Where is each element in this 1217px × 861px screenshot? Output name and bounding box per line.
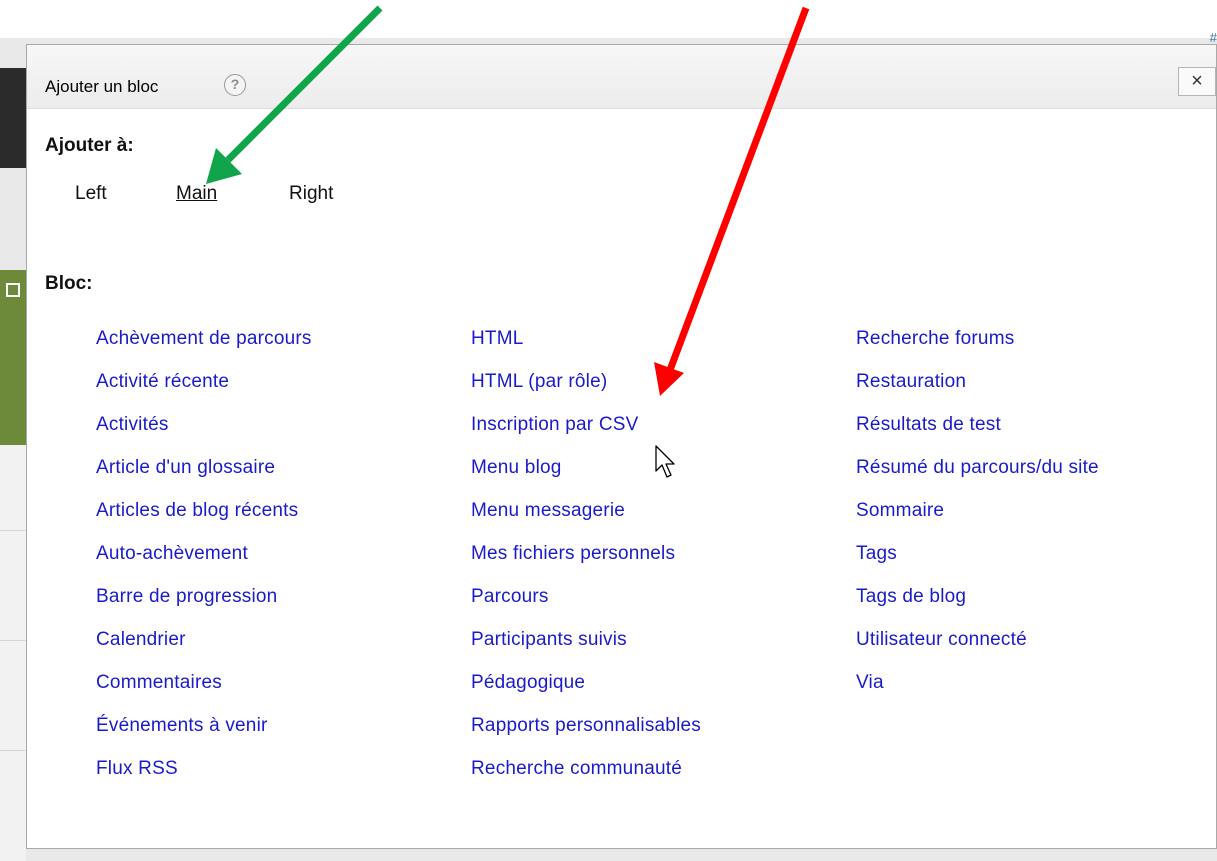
block-link[interactable]: Achèvement de parcours (96, 329, 312, 372)
block-link[interactable]: Articles de blog récents (96, 501, 312, 544)
block-link[interactable]: Rapports personnalisables (471, 716, 701, 759)
block-link[interactable]: Événements à venir (96, 716, 312, 759)
background-divider (0, 750, 26, 751)
dialog-title: Ajouter un bloc (45, 77, 159, 96)
block-link[interactable]: Menu blog (471, 458, 701, 501)
block-link[interactable]: Pédagogique (471, 673, 701, 716)
block-link-inscription-csv[interactable]: Inscription par CSV (471, 415, 701, 458)
add-block-dialog: Ajouter un bloc ? × Ajouter à: Left Main… (26, 44, 1217, 849)
help-icon[interactable]: ? (224, 74, 246, 96)
block-column-2: HTML HTML (par rôle) Inscription par CSV… (471, 329, 701, 802)
block-link[interactable]: Flux RSS (96, 759, 312, 802)
background-divider (0, 640, 26, 641)
block-link[interactable]: Tags de blog (856, 587, 1099, 630)
block-link[interactable]: Activités (96, 415, 312, 458)
block-link[interactable]: Menu messagerie (471, 501, 701, 544)
background-block-handle (6, 283, 20, 297)
region-link-left[interactable]: Left (75, 183, 107, 205)
block-link[interactable]: Activité récente (96, 372, 312, 415)
block-link[interactable]: Article d'un glossaire (96, 458, 312, 501)
background-content-strip (0, 445, 26, 861)
block-link[interactable]: Via (856, 673, 1099, 716)
block-link[interactable]: Parcours (471, 587, 701, 630)
add-to-label: Ajouter à: (45, 135, 134, 156)
block-link[interactable]: Sommaire (856, 501, 1099, 544)
block-label: Bloc: (45, 273, 93, 294)
block-link[interactable]: Recherche communauté (471, 759, 701, 802)
region-link-right[interactable]: Right (289, 183, 333, 205)
block-link[interactable]: Recherche forums (856, 329, 1099, 372)
block-link[interactable]: HTML (par rôle) (471, 372, 701, 415)
dialog-header: Ajouter un bloc ? × (27, 45, 1216, 109)
block-column-3: Recherche forums Restauration Résultats … (856, 329, 1099, 716)
background-header-strip (0, 68, 26, 168)
block-link[interactable]: Résultats de test (856, 415, 1099, 458)
region-link-main[interactable]: Main (176, 183, 217, 205)
background-corner-mark: # (1209, 30, 1217, 45)
block-column-1: Achèvement de parcours Activité récente … (96, 329, 312, 802)
block-link[interactable]: Tags (856, 544, 1099, 587)
block-link[interactable]: Utilisateur connecté (856, 630, 1099, 673)
background-divider (0, 530, 26, 531)
block-link[interactable]: HTML (471, 329, 701, 372)
block-link[interactable]: Restauration (856, 372, 1099, 415)
block-link[interactable]: Résumé du parcours/du site (856, 458, 1099, 501)
block-link[interactable]: Calendrier (96, 630, 312, 673)
block-link[interactable]: Participants suivis (471, 630, 701, 673)
close-button[interactable]: × (1178, 67, 1216, 96)
block-link[interactable]: Mes fichiers personnels (471, 544, 701, 587)
block-link[interactable]: Barre de progression (96, 587, 312, 630)
block-link[interactable]: Commentaires (96, 673, 312, 716)
block-link[interactable]: Auto-achèvement (96, 544, 312, 587)
